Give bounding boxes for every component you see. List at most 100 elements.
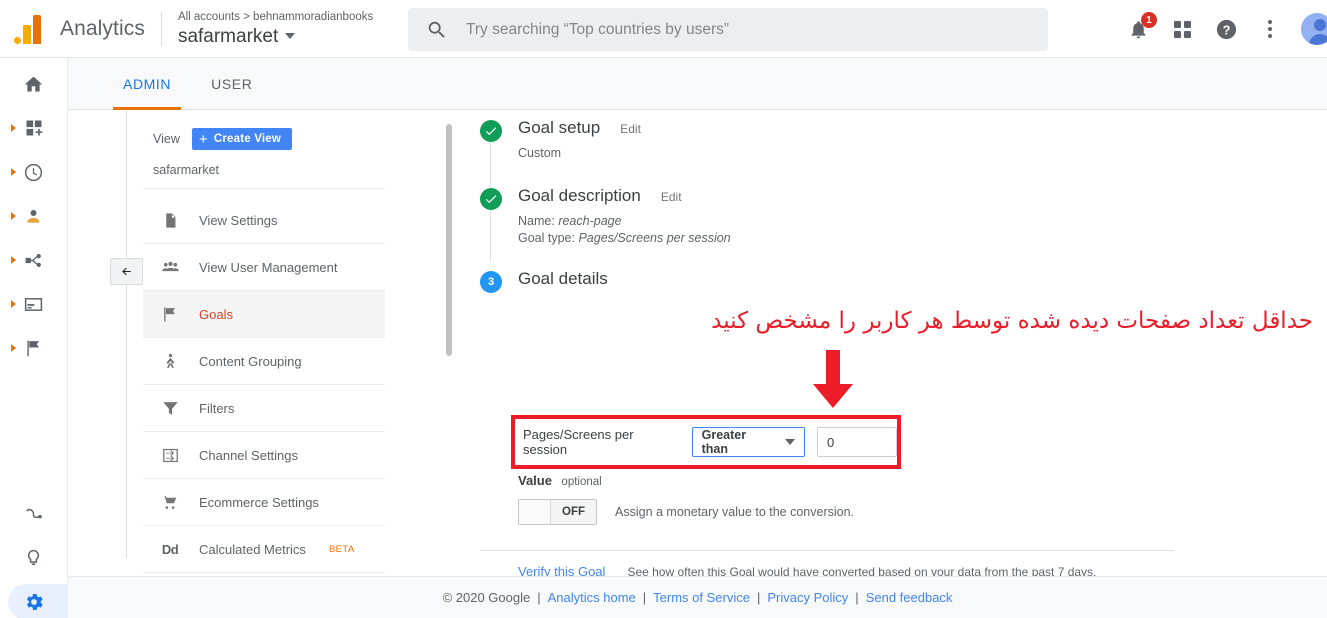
dd-text-icon: Dd <box>161 541 179 557</box>
analytics-admin-page: Analytics All accounts > behnammoradianb… <box>0 0 1327 618</box>
sidebar-item-customization[interactable] <box>0 106 67 150</box>
people-icon <box>159 258 181 277</box>
tab-admin[interactable]: ADMIN <box>103 58 191 110</box>
flag-icon <box>159 305 181 324</box>
share-nodes-icon <box>23 250 44 271</box>
sidebar-item-view-user-management[interactable]: View User Management <box>143 244 385 291</box>
person-walk-icon <box>159 352 181 371</box>
footer-link-privacy[interactable]: Privacy Policy <box>767 590 848 605</box>
edit-link[interactable]: Edit <box>661 190 682 204</box>
left-nav-rail <box>0 58 69 618</box>
apps-button[interactable] <box>1169 16 1195 42</box>
sidebar-item-home[interactable] <box>0 62 67 106</box>
menu-label: Filters <box>199 400 235 416</box>
current-view-name: safarmarket <box>143 150 385 189</box>
page-footer: © 2020 Google | Analytics home | Terms o… <box>68 576 1327 618</box>
path-dot-icon <box>23 504 44 525</box>
step-header: Goal description Edit <box>518 186 1180 206</box>
sidebar-item-audience[interactable] <box>0 194 67 238</box>
admin-body: View + Create View safarmarket View Sett… <box>68 110 1327 618</box>
sidebar-item-ecommerce-settings[interactable]: Ecommerce Settings <box>143 479 385 526</box>
funnel-icon <box>159 399 181 418</box>
notification-badge: 1 <box>1141 12 1157 28</box>
document-icon <box>159 211 181 230</box>
beta-badge: BETA <box>328 543 355 555</box>
account-selector[interactable]: All accounts > behnammoradianbooks safar… <box>178 10 373 48</box>
step-number-badge: 3 <box>480 271 502 293</box>
expand-arrow-icon <box>11 300 16 308</box>
goal-details-highlight-box: Pages/Screens per session Greater than <box>511 415 901 469</box>
goal-name-value: reach-page <box>558 214 622 228</box>
main-content: ADMIN USER View + Create View safarmarke… <box>68 58 1327 618</box>
sidebar-item-acquisition[interactable] <box>0 238 67 282</box>
step-title: Goal setup <box>518 118 601 137</box>
collapse-panel-button[interactable] <box>110 258 143 285</box>
gear-icon <box>23 591 45 613</box>
sidebar-item-content-grouping[interactable]: Content Grouping <box>143 338 385 385</box>
step-header: Goal setup Edit <box>518 118 1180 138</box>
user-avatar-icon[interactable] <box>1301 13 1327 45</box>
search-icon <box>428 21 445 38</box>
down-arrow-icon <box>813 350 853 408</box>
edit-link[interactable]: Edit <box>620 122 641 136</box>
threshold-input[interactable] <box>817 427 897 457</box>
breadcrumb: All accounts > behnammoradianbooks <box>177 10 374 23</box>
lightbulb-icon <box>23 548 44 569</box>
sidebar-item-admin[interactable] <box>0 580 69 618</box>
annotation-text: حداقل تعداد صفحات دیده شده توسط هر کاربر… <box>711 308 1313 334</box>
menu-label: Ecommerce Settings <box>199 494 319 510</box>
separator: | <box>642 590 647 605</box>
value-hint: Assign a monetary value to the conversio… <box>615 505 855 519</box>
plus-icon: + <box>198 130 208 148</box>
help-button[interactable]: ? <box>1213 16 1239 42</box>
toggle-knob <box>519 500 551 524</box>
value-optional-label: optional <box>561 476 602 488</box>
separator: | <box>855 590 859 605</box>
view-header-row: View + Create View <box>143 118 391 150</box>
step-status <box>480 120 502 142</box>
goal-step-details: 3 Goal details <box>480 247 1180 293</box>
window-icon <box>23 294 44 315</box>
search-input[interactable] <box>466 20 1026 39</box>
apps-grid-icon <box>1173 20 1191 38</box>
sidebar-item-conversions[interactable] <box>0 326 67 370</box>
toggle-state-label: OFF <box>562 506 585 518</box>
clock-icon <box>23 162 44 183</box>
menu-label: View Settings <box>199 212 278 228</box>
menu-label: View User Management <box>199 259 338 275</box>
operator-select[interactable]: Greater than <box>691 427 805 457</box>
sidebar-item-calculated-metrics[interactable]: Dd Calculated Metrics BETA <box>143 526 385 573</box>
sidebar-item-attribution[interactable] <box>0 492 67 536</box>
panel-scrollbar[interactable] <box>446 124 452 474</box>
notifications-button[interactable]: 1 <box>1125 12 1157 42</box>
tab-user[interactable]: USER <box>191 58 272 110</box>
footer-link-analytics-home[interactable]: Analytics home <box>548 590 636 605</box>
chevron-down-icon[interactable] <box>285 33 296 39</box>
sidebar-item-behavior[interactable] <box>0 282 67 326</box>
check-circle-icon <box>480 120 502 142</box>
goal-step-description: Goal description Edit Name: reach-page G… <box>480 162 1180 262</box>
step-summary: Custom <box>518 146 562 160</box>
check-circle-icon <box>480 188 502 210</box>
footer-link-feedback[interactable]: Send feedback <box>866 590 953 605</box>
value-toggle[interactable]: OFF <box>518 499 597 525</box>
search-bar[interactable] <box>408 8 1048 51</box>
sidebar-item-channel-settings[interactable]: Channel Settings <box>143 432 385 479</box>
panel-divider <box>126 110 127 558</box>
sidebar-item-filters[interactable]: Filters <box>143 385 385 432</box>
value-toggle-row: OFF Assign a monetary value to the conve… <box>518 499 1158 525</box>
top-bar: Analytics All accounts > behnammoradianb… <box>0 0 1327 58</box>
separator: | <box>537 590 541 605</box>
brand-title: Analytics <box>60 16 145 40</box>
create-view-button[interactable]: + Create View <box>191 128 293 150</box>
more-options-button[interactable] <box>1257 16 1283 42</box>
sidebar-item-view-settings[interactable]: View Settings <box>143 197 385 244</box>
menu-label: Calculated Metrics <box>199 541 306 557</box>
menu-label: Channel Settings <box>199 447 299 463</box>
footer-link-terms[interactable]: Terms of Service <box>653 590 750 605</box>
sidebar-item-discover[interactable] <box>0 536 67 580</box>
divider <box>160 11 162 46</box>
sidebar-item-realtime[interactable] <box>0 150 67 194</box>
sidebar-item-goals[interactable]: Goals <box>143 291 385 338</box>
flag-icon <box>23 338 44 359</box>
